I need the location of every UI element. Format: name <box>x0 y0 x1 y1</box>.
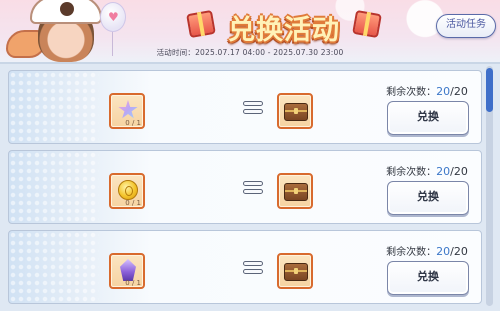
treasure-chest-icon <box>284 263 308 281</box>
gold-coin-icon <box>118 180 138 200</box>
remaining-label: 剩余次数： <box>386 247 437 258</box>
treasure-chest-icon <box>284 183 308 201</box>
remaining-value: 20 <box>436 85 451 98</box>
equals-icon <box>243 181 263 195</box>
input-item-slot[interactable]: 0 / 1 <box>109 93 145 129</box>
output-item-slot[interactable] <box>277 253 313 289</box>
item-count: 0 / 1 <box>125 279 141 287</box>
exchange-row: 0 / 1 剩余次数：20/20 兑换 <box>8 150 482 224</box>
exchange-button[interactable]: 兑换 <box>387 261 469 295</box>
event-task-button[interactable]: 活动任务 <box>436 14 496 38</box>
remaining-count: 剩余次数：20/20 <box>375 243 479 258</box>
title-banner: 兑换活动 <box>184 6 384 46</box>
event-time: 活动时间：2025.07.17 04:00 - 2025.07.30 23:00 <box>0 47 500 58</box>
equals-icon <box>243 101 263 115</box>
remaining-total: /20 <box>450 245 468 258</box>
page-title: 兑换活动 <box>228 15 340 46</box>
scrollbar-thumb[interactable] <box>486 68 493 112</box>
gift-box-icon <box>352 9 382 39</box>
remaining-count: 剩余次数：20/20 <box>375 83 479 98</box>
output-item-slot[interactable] <box>277 93 313 129</box>
event-header: ♥ 兑换活动 活动时间：2025.07.17 04:00 - 2025.07.3… <box>0 0 500 62</box>
treasure-chest-icon <box>284 103 308 121</box>
event-time-label: 活动时间： <box>156 48 196 57</box>
heart-balloon-icon: ♥ <box>100 2 126 32</box>
star-crystal-icon <box>118 100 138 119</box>
purple-gem-icon <box>120 259 136 281</box>
remaining-label: 剩余次数： <box>386 87 437 98</box>
exchange-row: 0 / 1 剩余次数：20/20 兑换 <box>8 230 482 304</box>
exchange-button[interactable]: 兑换 <box>387 101 469 135</box>
exchange-row: 0 / 1 剩余次数：20/20 兑换 <box>8 70 482 144</box>
event-time-range: 2025.07.17 04:00 - 2025.07.30 23:00 <box>195 48 344 57</box>
scrollbar[interactable] <box>486 66 493 306</box>
item-count: 0 / 1 <box>125 119 141 127</box>
heart-icon: ♥ <box>108 10 119 24</box>
exchange-button[interactable]: 兑换 <box>387 181 469 215</box>
output-item-slot[interactable] <box>277 173 313 209</box>
character-hat <box>30 0 102 24</box>
remaining-count: 剩余次数：20/20 <box>375 163 479 178</box>
input-item-slot[interactable]: 0 / 1 <box>109 173 145 209</box>
remaining-value: 20 <box>436 165 451 178</box>
equals-icon <box>243 261 263 275</box>
remaining-label: 剩余次数： <box>386 167 437 178</box>
remaining-total: /20 <box>450 165 468 178</box>
input-item-slot[interactable]: 0 / 1 <box>109 253 145 289</box>
exchange-list[interactable]: 0 / 1 剩余次数：20/20 兑换 0 / 1 剩余次数：20/20 兑换 … <box>0 62 500 311</box>
item-count: 0 / 1 <box>125 199 141 207</box>
remaining-value: 20 <box>436 245 451 258</box>
remaining-total: /20 <box>450 85 468 98</box>
